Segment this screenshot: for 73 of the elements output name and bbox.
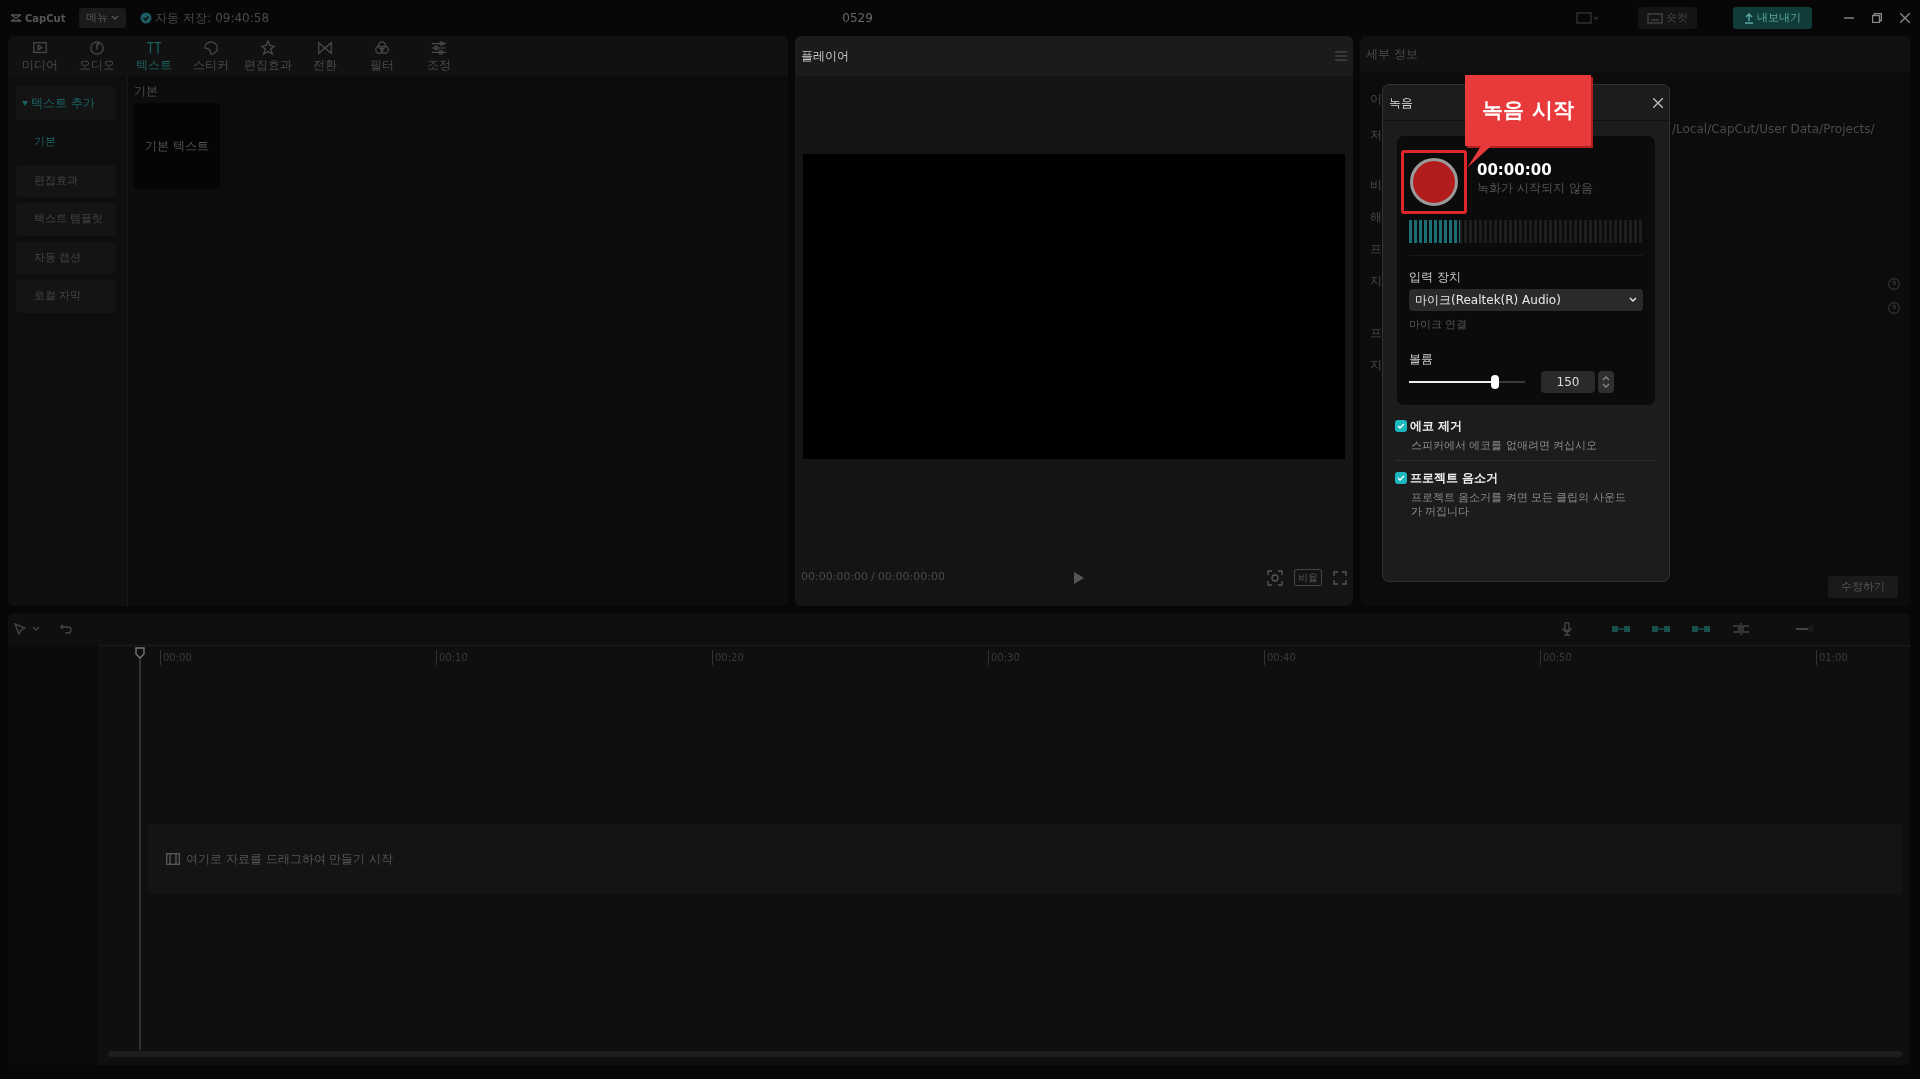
help-icon[interactable]: [1888, 302, 1900, 314]
edit-button[interactable]: 수정하기: [1828, 575, 1898, 598]
play-icon[interactable]: [1074, 571, 1084, 584]
playhead[interactable]: [135, 647, 145, 1051]
zoom-slider-icon[interactable]: [1796, 626, 1814, 632]
menu-button[interactable]: 메뉴: [79, 7, 127, 29]
option-label: 프로젝트 음소거: [1410, 469, 1499, 487]
link-icon[interactable]: [1612, 625, 1630, 633]
check-icon: [1397, 422, 1405, 429]
info-label: 저: [1370, 127, 1382, 144]
panel-title: 플레이어: [801, 48, 849, 65]
dialog-title: 녹음: [1389, 94, 1413, 112]
checkbox[interactable]: [1395, 419, 1407, 432]
checkbox[interactable]: [1395, 471, 1407, 484]
autosave-text: 자동 저장: 09:40:58: [155, 10, 270, 27]
check-icon: [140, 12, 153, 24]
pointer-icon[interactable]: [14, 623, 26, 635]
fit-icon[interactable]: [1267, 569, 1283, 586]
close-icon[interactable]: [1900, 13, 1910, 23]
caret-icon: [22, 101, 28, 106]
scrollbar[interactable]: [108, 1051, 1902, 1057]
slider-thumb[interactable]: [1490, 374, 1499, 389]
help-icon[interactable]: [1888, 278, 1900, 290]
tool-tab[interactable]: 필터: [353, 38, 410, 76]
option-description: 프로젝트 음소거를 켜면 모든 클립의 사운드가 꺼집니다: [1410, 489, 1627, 518]
link-icon[interactable]: [1692, 625, 1710, 633]
export-button[interactable]: 내보내기: [1733, 6, 1812, 30]
stepper-icon: [1602, 375, 1610, 388]
option-description: 스피커에서 에코를 없애려면 켜십시오: [1410, 437, 1598, 452]
fullscreen-icon[interactable]: [1333, 570, 1347, 585]
record-time: 00:00:00: [1477, 162, 1553, 179]
info-label: 지: [1370, 273, 1382, 290]
field-label: 볼륨: [1409, 350, 1434, 368]
record-button[interactable]: [1410, 158, 1458, 206]
film-icon: [166, 853, 180, 865]
stepper-button[interactable]: [1598, 370, 1614, 393]
menu-icon[interactable]: [1335, 51, 1347, 61]
info-label: 지: [1370, 357, 1382, 374]
info-label: 해: [1370, 209, 1382, 226]
annotation-callout: 녹음 시작: [1465, 75, 1591, 146]
record-status: 녹화가 시작되지 않음: [1477, 179, 1593, 197]
field-label: 입력 장치: [1409, 269, 1462, 286]
time-separator: /: [871, 569, 875, 586]
sidebar-group[interactable]: 텍스트 추가: [16, 86, 116, 120]
tool-tab[interactable]: 미디어: [11, 38, 68, 76]
chevron-icon: [1629, 297, 1637, 303]
logo-text: CapCut: [25, 11, 66, 26]
microphone-icon[interactable]: [1562, 622, 1572, 636]
tool-tab[interactable]: 편집효과: [239, 38, 296, 76]
link-icon[interactable]: [1652, 625, 1670, 633]
text-preset-card[interactable]: 기본 텍스트: [134, 103, 220, 189]
project-path: /Local/CapCut/User Data/Projects/: [1672, 121, 1876, 138]
volume-input[interactable]: 150: [1541, 370, 1595, 393]
section-heading: 기본: [134, 83, 159, 100]
hint-text: 마이크 연결: [1409, 317, 1469, 333]
restore-icon[interactable]: [1872, 13, 1882, 23]
caret-icon: [111, 15, 120, 21]
upload-icon: [1744, 12, 1754, 24]
caret-icon[interactable]: [32, 626, 40, 632]
tool-tab[interactable]: 텍스트: [125, 38, 182, 76]
layout-icon[interactable]: [1576, 12, 1598, 24]
keyboard-icon: [1647, 12, 1663, 24]
device-select[interactable]: 마이크(Realtek(R) Audio): [1409, 289, 1643, 311]
logo-icon: [10, 13, 22, 23]
drop-zone[interactable]: 여기로 자료를 드래그하여 만들기 시작: [148, 824, 1902, 894]
project-title: 0529: [842, 11, 873, 25]
check-icon: [1397, 474, 1405, 481]
option-label: 에코 제거: [1410, 417, 1463, 435]
split-icon[interactable]: [1732, 623, 1750, 635]
close-icon[interactable]: [1653, 97, 1663, 108]
sidebar-item[interactable]: 기본: [16, 126, 116, 159]
undo-icon[interactable]: [60, 624, 72, 634]
info-label: 이: [1370, 91, 1382, 108]
